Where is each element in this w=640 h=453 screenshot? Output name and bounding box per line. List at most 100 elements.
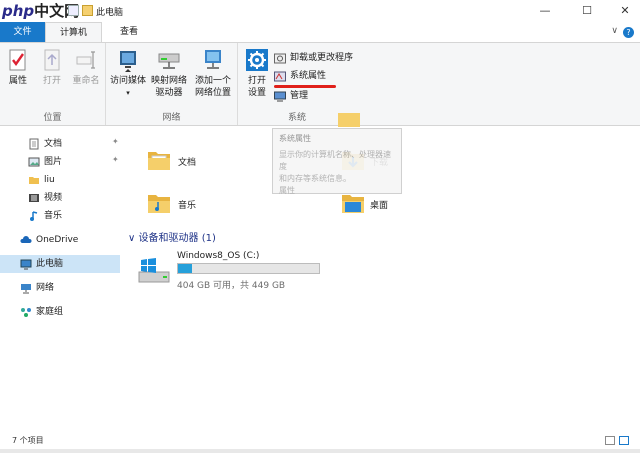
uninstall-icon <box>274 53 286 64</box>
tooltip-line1: 显示你的计算机名称、处理器速度 <box>279 150 391 171</box>
nav-item-label: OneDrive <box>36 235 79 245</box>
collapse-ribbon-icon[interactable]: ∨ <box>611 26 618 36</box>
add-location-label-1: 添加一个 <box>194 76 231 86</box>
tooltip-title: 系统属性 <box>279 134 311 143</box>
ribbon-tabs: 文件 计算机 查看 ∨ ? <box>0 22 640 42</box>
rename-icon <box>76 51 95 69</box>
dropdown-arrow-icon: ▾ <box>126 89 130 97</box>
group-network-label: 网络 <box>162 113 181 123</box>
network-icon <box>21 284 31 294</box>
tooltip-line2: 和内存等系统信息。 <box>279 174 351 183</box>
rename-label: 重命名 <box>72 76 100 86</box>
videos-icon <box>29 194 39 202</box>
pin-icon[interactable]: ✦ <box>112 155 119 164</box>
folder-icon <box>29 177 39 184</box>
system-properties-button[interactable]: 系统属性 <box>274 69 326 84</box>
close-button[interactable]: ✕ <box>610 0 640 22</box>
system-properties-icon <box>274 71 286 82</box>
documents-icon <box>29 138 39 150</box>
manage-button[interactable]: 管理 <box>274 89 308 104</box>
uninstall-label: 卸载或更改程序 <box>290 53 354 63</box>
music-icon <box>30 211 38 221</box>
item-count: 7 个项目 <box>12 436 44 445</box>
nav-item-label: 网络 <box>36 283 55 293</box>
properties-icon <box>9 49 26 71</box>
title-bar: php中文网 此电脑 — ☐ ✕ <box>0 0 640 22</box>
drive-usage-fill <box>178 264 193 273</box>
gear-icon <box>246 49 268 71</box>
open-settings-label-2: 设置 <box>247 88 266 98</box>
tooltip-line3: 属性 <box>279 186 295 195</box>
group-network: 访问媒体 ▾ 映射网络 驱动器 添加一个 网络位置 网络 <box>106 43 238 125</box>
add-network-location-icon <box>205 50 221 69</box>
window-title: 此电脑 <box>96 8 124 18</box>
nav-item-this-pc[interactable]: 此电脑 <box>0 255 120 273</box>
add-network-location-button[interactable]: 添加一个 网络位置 <box>192 47 234 99</box>
map-drive-button[interactable]: 映射网络 驱动器 <box>150 47 188 99</box>
open-settings-label-1: 打开 <box>247 76 266 86</box>
folder-label[interactable]: 文档 <box>178 155 196 168</box>
open-label: 打开 <box>42 76 61 86</box>
minimize-button[interactable]: — <box>530 0 560 22</box>
computer-icon <box>20 259 32 270</box>
maximize-button[interactable]: ☐ <box>572 0 602 22</box>
nav-item-label: 文档 <box>44 139 63 149</box>
tab-view[interactable]: 查看 <box>110 22 148 42</box>
help-icon[interactable]: ? <box>623 27 634 38</box>
folder-icon-music[interactable] <box>146 190 172 216</box>
pictures-icon <box>28 157 40 167</box>
nav-item-label: 视频 <box>44 193 63 203</box>
nav-item-label: 家庭组 <box>36 307 64 317</box>
manage-icon <box>274 91 286 102</box>
access-media-label: 访问媒体 <box>110 76 147 86</box>
section-title: 设备和驱动器 (1) <box>138 233 216 244</box>
nav-item-label: 图片 <box>44 157 63 167</box>
logo-text: php <box>2 2 35 20</box>
group-location: 属性 打开 重命名 位置 <box>0 43 106 125</box>
folder-icon-documents[interactable] <box>146 147 172 173</box>
details-view-icon[interactable] <box>605 436 615 445</box>
uninstall-programs-button[interactable]: 卸载或更改程序 <box>274 51 353 66</box>
quick-access-icon[interactable] <box>68 5 79 16</box>
nav-item-label: 音乐 <box>44 211 63 221</box>
open-settings-button[interactable]: 打开 设置 <box>242 47 272 99</box>
tab-file[interactable]: 文件 <box>0 22 45 42</box>
system-properties-tooltip: 系统属性 显示你的计算机名称、处理器速度 和内存等系统信息。 属性 <box>272 128 402 195</box>
drive-usage-bar <box>177 263 320 274</box>
drive-icon[interactable] <box>137 256 171 286</box>
access-media-button[interactable]: 访问媒体 ▾ <box>110 47 146 99</box>
folder-label[interactable]: 音乐 <box>178 198 196 211</box>
map-drive-label-2: 驱动器 <box>155 88 183 98</box>
red-underline-annotation <box>274 85 336 88</box>
drive-free-space: 404 GB 可用，共 449 GB <box>177 281 286 291</box>
ribbon: 属性 打开 重命名 位置 访问媒体 ▾ 映射网络 驱动器 添加一个 网络位置 网… <box>0 42 640 126</box>
status-bar: 7 个项目 <box>0 433 640 449</box>
homegroup-icon <box>21 308 31 317</box>
window-bottom-edge <box>0 449 640 453</box>
manage-label: 管理 <box>290 91 309 101</box>
open-icon <box>44 49 60 71</box>
devices-section-header[interactable]: ∨ 设备和驱动器 (1) <box>128 229 216 244</box>
nav-item-label: 此电脑 <box>36 259 64 269</box>
map-drive-label-1: 映射网络 <box>150 76 187 86</box>
open-button[interactable]: 打开 <box>40 47 64 87</box>
tab-computer[interactable]: 计算机 <box>45 22 102 42</box>
nav-item-label: liu <box>44 175 55 185</box>
pin-icon[interactable]: ✦ <box>112 137 119 146</box>
network-drive-icon <box>158 53 180 69</box>
folder-icon <box>82 5 93 16</box>
large-icons-view-icon[interactable] <box>619 436 629 445</box>
folder-label[interactable]: 桌面 <box>370 198 388 211</box>
system-properties-label: 系统属性 <box>290 71 327 81</box>
media-icon <box>120 51 136 72</box>
rename-button[interactable]: 重命名 <box>70 47 102 87</box>
properties-button[interactable]: 属性 <box>6 47 30 87</box>
folder-icon-partial <box>338 113 360 127</box>
group-location-label: 位置 <box>43 113 62 123</box>
drive-name[interactable]: Windows8_OS (C:) <box>177 251 259 261</box>
navigation-pane: 文档 ✦ 图片 ✦ liu 视频 音乐 OneDrive 此电脑 网络 家庭组 <box>0 127 120 427</box>
onedrive-icon <box>20 236 32 243</box>
properties-label: 属性 <box>8 76 27 86</box>
chevron-down-icon[interactable]: ∨ <box>128 233 135 244</box>
add-location-label-2: 网络位置 <box>194 88 231 98</box>
